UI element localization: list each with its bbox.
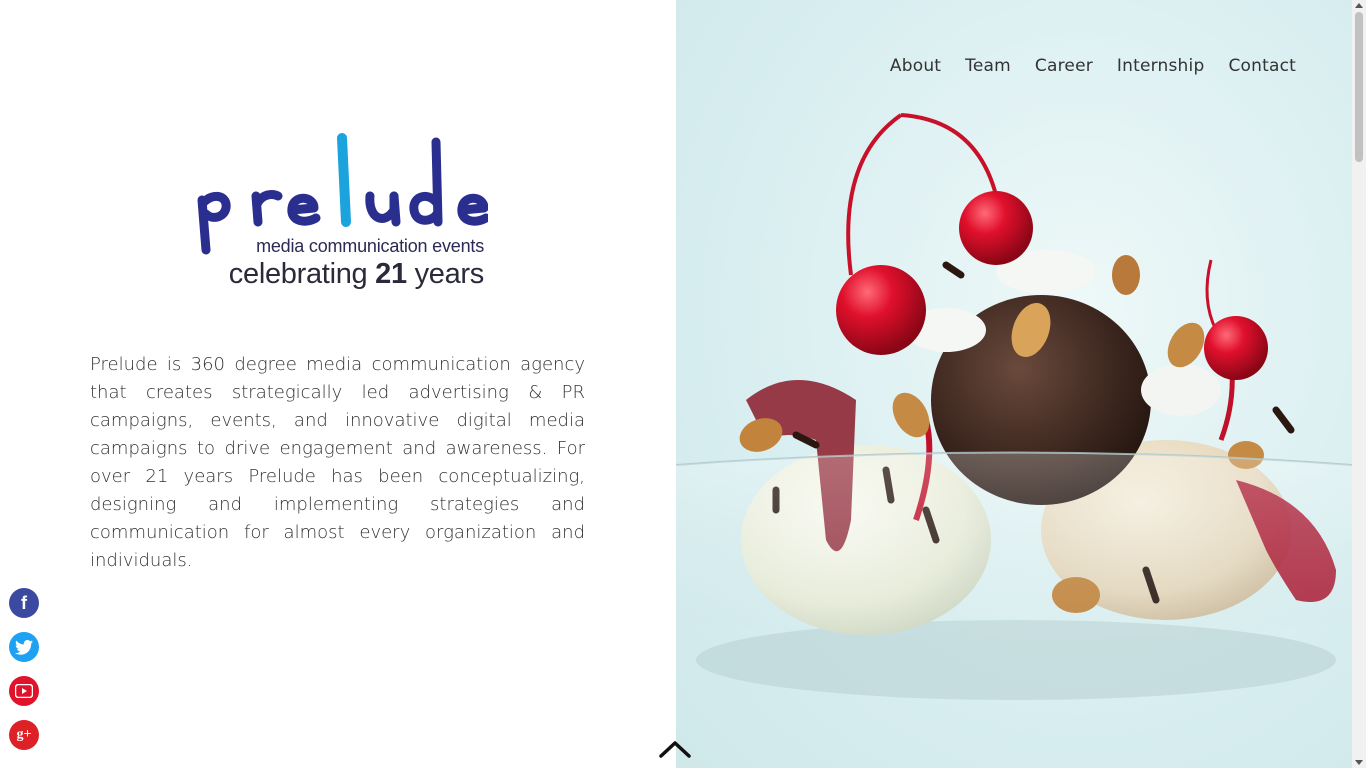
social-links: f g+	[9, 588, 41, 764]
prelude-logo[interactable]: media communication events celebrating 2…	[190, 130, 490, 300]
scroll-up-arrow-icon[interactable]	[1355, 3, 1363, 8]
facebook-link[interactable]: f	[9, 588, 39, 618]
nav-contact[interactable]: Contact	[1228, 56, 1296, 76]
google-plus-link[interactable]: g+	[9, 720, 39, 750]
ice-cream-sundae-image	[676, 113, 1352, 700]
scrollbar-thumb[interactable]	[1355, 12, 1363, 162]
logo-celebrating: celebrating 21 years	[194, 258, 485, 291]
scroll-down-arrow-icon[interactable]	[1355, 760, 1363, 765]
youtube-icon	[9, 676, 39, 706]
nav-career[interactable]: Career	[1035, 56, 1093, 76]
google-plus-icon: g+	[16, 727, 32, 742]
facebook-icon: f	[21, 592, 27, 613]
nav-internship[interactable]: Internship	[1117, 56, 1205, 76]
twitter-icon	[9, 632, 39, 662]
nav-about[interactable]: About	[890, 56, 941, 76]
celebrating-prefix: celebrating	[228, 258, 368, 290]
celebrating-suffix: years	[414, 258, 485, 290]
scroll-up-chevron-icon[interactable]	[658, 738, 692, 760]
logo-tagline: media communication events	[256, 236, 484, 256]
nav-team[interactable]: Team	[965, 56, 1011, 76]
intro-paragraph: Prelude is 360 degree media communicatio…	[90, 354, 585, 571]
page-scrollbar[interactable]	[1352, 0, 1366, 768]
left-panel: media communication events celebrating 2…	[0, 0, 676, 768]
main-nav: About Team Career Internship Contact	[890, 56, 1296, 76]
celebrating-number: 21	[375, 258, 407, 290]
youtube-link[interactable]	[9, 676, 39, 706]
hero-image-panel: About Team Career Internship Contact	[676, 0, 1352, 768]
twitter-link[interactable]	[9, 632, 39, 662]
